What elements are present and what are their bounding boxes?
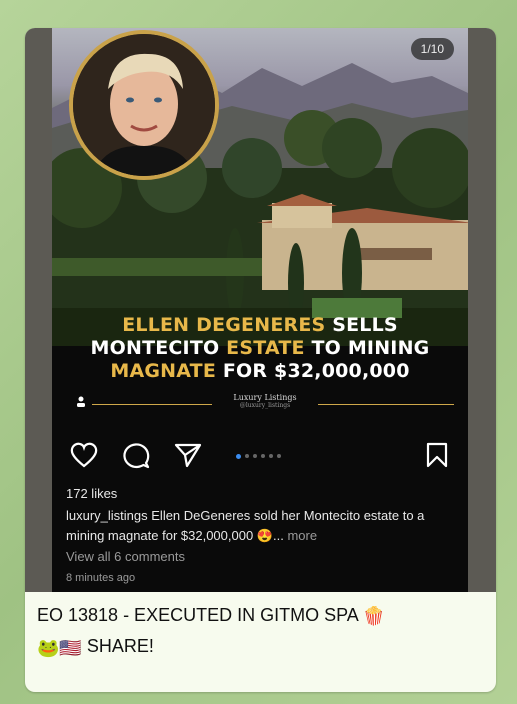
instagram-post-screenshot: 1/10 ELLEN DEGENERES SELLS MONTECITO EST…	[52, 28, 468, 592]
carousel-dot-active	[236, 453, 241, 459]
brand-logo: Luxury Listings @luxury_listings	[220, 394, 310, 410]
caption-more-link[interactable]: more	[284, 528, 317, 543]
likes-count[interactable]: 172 likes	[66, 486, 117, 501]
message-line1: EO 13818 - EXECUTED IN GITMO SPA	[37, 605, 358, 625]
media-attachment[interactable]: 1/10 ELLEN DEGENERES SELLS MONTECITO EST…	[25, 28, 496, 592]
heart-icon[interactable]	[70, 442, 98, 468]
headline-text: FOR $32,000,000	[216, 360, 410, 382]
headline-estate: ESTATE	[226, 337, 305, 359]
share-icon[interactable]	[174, 442, 202, 468]
message-line2: SHARE!	[81, 636, 154, 657]
carousel-dot	[245, 454, 249, 458]
estate-photo: 1/10	[52, 28, 468, 346]
carousel-dot	[277, 454, 281, 458]
post-caption: luxury_listings Ellen DeGeneres sold her…	[66, 506, 458, 546]
post-headline: ELLEN DEGENERES SELLS MONTECITO ESTATE T…	[52, 314, 468, 383]
post-timestamp: 8 minutes ago	[66, 572, 136, 584]
image-counter-badge: 1/10	[410, 38, 454, 60]
message-text: EO 13818 - EXECUTED IN GITMO SPA 🍿 🐸🇺🇸 S…	[37, 600, 487, 663]
carousel-dot	[261, 454, 265, 458]
carousel-dot	[269, 454, 273, 458]
headline-name: ELLEN DEGENERES	[122, 314, 326, 336]
post-actions	[52, 438, 468, 478]
carousel-dot	[253, 454, 257, 458]
brand-handle: @luxury_listings	[239, 402, 291, 409]
frog-flag-emoji: 🐸🇺🇸	[37, 637, 82, 658]
headline-text: SELLS	[325, 314, 398, 336]
person-icon	[77, 396, 85, 407]
carousel-dots	[236, 453, 281, 459]
message-bubble: 1/10 ELLEN DEGENERES SELLS MONTECITO EST…	[25, 28, 496, 692]
celebrity-avatar	[69, 30, 219, 180]
headline-text: MONTECITO	[90, 337, 227, 359]
bookmark-icon[interactable]	[426, 442, 448, 468]
headline-magnate: MAGNATE	[110, 360, 217, 382]
popcorn-emoji: 🍿	[362, 606, 386, 627]
caption-text: luxury_listings Ellen DeGeneres sold her…	[66, 508, 425, 543]
headline-text: TO MINING	[304, 337, 430, 359]
comment-icon[interactable]	[122, 442, 150, 470]
brand-name: Luxury Listings	[233, 393, 297, 402]
view-comments-link[interactable]: View all 6 comments	[66, 549, 185, 564]
brand-divider: Luxury Listings @luxury_listings	[52, 394, 468, 414]
